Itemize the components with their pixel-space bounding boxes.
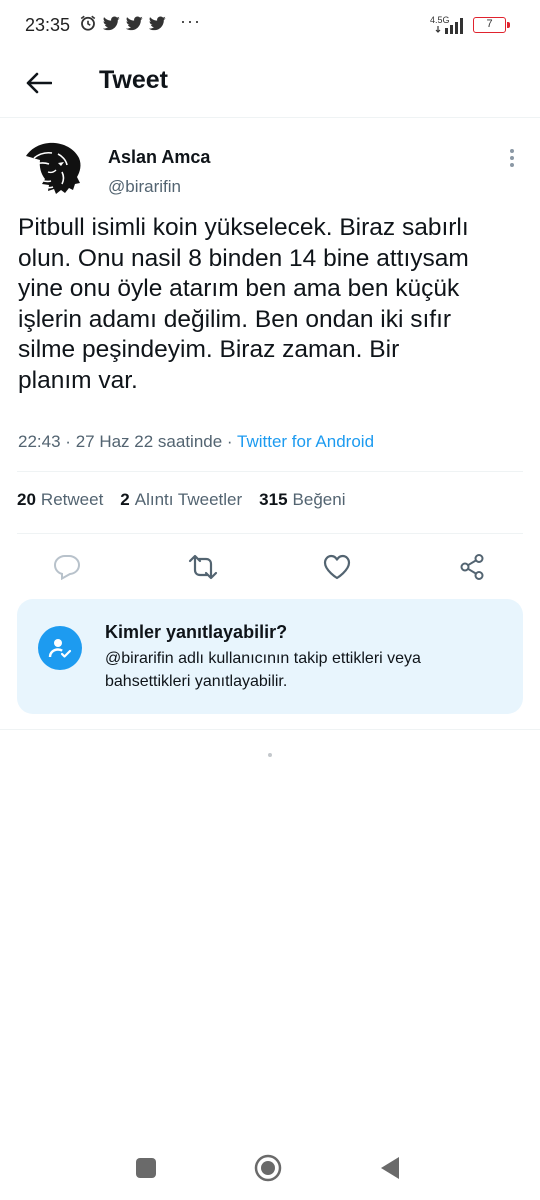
reply-icon — [53, 555, 81, 580]
arrow-left-icon — [26, 72, 52, 94]
tweet-date: 27 Haz 22 saatinde — [75, 432, 223, 451]
twitter-icon — [126, 15, 143, 30]
more-dot-icon — [510, 156, 514, 160]
like-icon — [323, 554, 351, 580]
quote-count-link[interactable]: 2 Alıntı Tweetler — [120, 490, 242, 510]
tweet-time: 22:43 — [18, 432, 61, 451]
battery-level: 7 — [486, 18, 493, 30]
reply-button[interactable] — [45, 545, 89, 589]
author-handle[interactable]: @birarifin — [108, 177, 181, 197]
reply-restriction-badge — [38, 626, 82, 670]
retweet-count-link[interactable]: 20 Retweet — [17, 490, 103, 510]
status-time: 23:35 — [25, 15, 71, 35]
back-nav-button[interactable] — [370, 1148, 410, 1188]
status-overflow-dots: ··· — [180, 10, 201, 31]
lion-logo-icon — [26, 142, 81, 194]
signal-icon — [435, 18, 463, 34]
more-dot-icon — [510, 149, 514, 153]
home-button[interactable] — [248, 1148, 288, 1188]
more-options-button[interactable] — [500, 146, 524, 170]
like-count: 315 — [259, 490, 288, 509]
tweet-actions — [0, 545, 540, 591]
twitter-icon — [103, 15, 120, 30]
tweet-stats: 20 Retweet 2 Alıntı Tweetler 315 Beğeni — [17, 490, 362, 510]
app-header: Tweet — [0, 52, 540, 118]
square-icon — [136, 1158, 156, 1178]
divider — [17, 471, 523, 472]
like-button[interactable] — [315, 545, 359, 589]
tweet-source-link[interactable]: Twitter for Android — [237, 432, 374, 451]
user-check-icon — [48, 639, 72, 658]
page-title: Tweet — [99, 66, 168, 94]
reply-restriction-description: @birarifin adlı kullanıcının takip ettik… — [105, 650, 421, 690]
tweet-text: Pitbull isimli koin yükselecek. Biraz sa… — [18, 214, 469, 394]
back-button[interactable] — [22, 66, 56, 100]
retweet-label: Retweet — [40, 490, 104, 509]
like-label: Beğeni — [292, 490, 346, 509]
retweet-icon — [188, 554, 218, 580]
status-bar: 23:35 ··· 4.5G 7 — [0, 0, 540, 52]
divider — [0, 729, 540, 730]
tweet-meta: 22:43 · 27 Haz 22 saatinde · Twitter for… — [18, 432, 374, 452]
like-count-link[interactable]: 315 Beğeni — [259, 490, 345, 510]
retweet-button[interactable] — [181, 545, 225, 589]
avatar[interactable] — [18, 136, 88, 206]
meta-separator: · — [65, 432, 71, 451]
battery-icon: 7 — [473, 17, 510, 33]
system-nav-bar — [0, 1140, 540, 1200]
loading-indicator — [268, 753, 272, 757]
circle-icon — [254, 1154, 282, 1182]
author-name[interactable]: Aslan Amca — [108, 147, 210, 168]
quote-count: 2 — [120, 490, 130, 509]
alarm-icon — [80, 15, 96, 31]
triangle-back-icon — [381, 1157, 399, 1179]
retweet-count: 20 — [17, 490, 36, 509]
reply-restriction-card: Kimler yanıtlayabilir? @birarifin adlı k… — [17, 599, 523, 714]
quote-label: Alıntı Tweetler — [134, 490, 243, 509]
reply-restriction-title: Kimler yanıtlayabilir? — [105, 622, 288, 642]
recents-button[interactable] — [126, 1148, 166, 1188]
share-button[interactable] — [450, 545, 494, 589]
divider — [17, 533, 523, 534]
share-icon — [460, 554, 484, 580]
meta-separator: · — [226, 432, 233, 451]
more-dot-icon — [510, 163, 514, 167]
twitter-icon — [149, 15, 166, 30]
status-notification-icons: ··· — [79, 10, 201, 32]
